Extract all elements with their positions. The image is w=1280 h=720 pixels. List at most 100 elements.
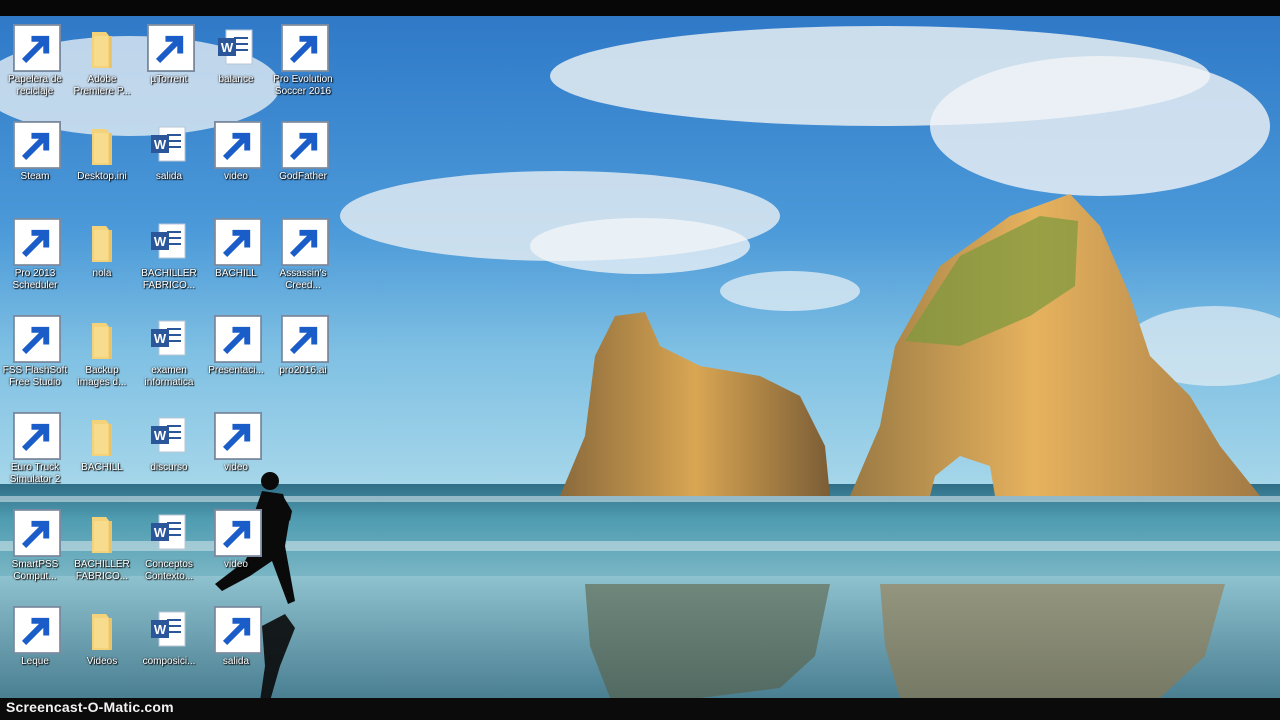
desktop-icon-label: composici... <box>142 656 196 667</box>
desktop-icon-label: Desktop.ini <box>77 171 127 182</box>
folder-icon <box>78 315 126 363</box>
desktop-icon[interactable]: BACHILL <box>69 408 135 492</box>
desktop-icon-label: SmartPSS Comput... <box>11 559 59 582</box>
desktop-icon-label: video <box>224 171 248 182</box>
desktop-icon[interactable]: nola <box>69 214 135 298</box>
desktop-icon[interactable]: µTorrent <box>136 20 202 104</box>
desktop-icon[interactable]: FSFSS FlashSoft Free Studio <box>2 311 68 395</box>
desktop-icon-label: examen informatica <box>144 365 194 388</box>
desktop-icon[interactable]: pro2016.ai <box>270 311 336 395</box>
desktop-icon-label: Adobe Premiere P... <box>73 74 131 97</box>
desktop-icon[interactable]: Wsalida <box>136 117 202 201</box>
desktop-icon[interactable]: W Leque <box>2 602 68 686</box>
folder-icon <box>78 121 126 169</box>
svg-text:W: W <box>154 137 167 152</box>
desktop-icon[interactable]: Videos <box>69 602 135 686</box>
desktop-icon-label: BACHILL <box>215 268 257 279</box>
desktop-icon[interactable]: Papelera de reciclaje <box>2 20 68 104</box>
desktop-icon[interactable]: Pro Evolution Soccer 2016 <box>270 20 336 104</box>
desktop-icon-label: Papelera de reciclaje <box>8 74 62 97</box>
desktop-icon-label: Backup images d... <box>77 365 127 388</box>
folder-icon <box>78 412 126 460</box>
desktop-icon[interactable]: W Conceptos Contexto... <box>136 505 202 589</box>
desktop-icon[interactable]: Euro Truck Simulator 2 <box>2 408 68 492</box>
freestudio-icon: FS <box>11 315 61 363</box>
word-doc-icon: W <box>145 315 193 363</box>
truck-game-icon <box>11 412 61 460</box>
folder-icon <box>78 606 126 654</box>
desktop-icon-label: BACHILLER FABRICO... <box>141 268 197 291</box>
desktop-icon[interactable]: Pr video <box>203 117 269 201</box>
desktop-icon-label: µTorrent <box>150 74 188 85</box>
desktop-icon[interactable]: Desktop.ini <box>69 117 135 201</box>
desktop-icon-label: pro2016.ai <box>279 365 327 376</box>
word-doc-icon: W <box>212 24 260 72</box>
desktop-icon[interactable]: Wexamen informatica <box>136 311 202 395</box>
svg-text:W: W <box>221 40 234 55</box>
desktop-icon-label: Videos <box>86 656 118 667</box>
desktop-icon[interactable]: GodFather <box>270 117 336 201</box>
desktop-icon-label: Leque <box>21 656 49 667</box>
svg-text:W: W <box>154 428 167 443</box>
desktop-icon-label: discurso <box>150 462 188 473</box>
desktop-icon-label: Pro 2013 Scheduler <box>12 268 58 291</box>
desktop-icon-label: nola <box>92 268 112 279</box>
desktop-icon-label: Steam <box>20 171 50 182</box>
recycle-bin-icon <box>11 24 61 72</box>
premiere-pro-icon: Pr <box>212 121 262 169</box>
desktop-icon[interactable]: P Presentaci... <box>203 311 269 395</box>
svg-text:W: W <box>154 525 167 540</box>
winrar-icon <box>212 218 262 266</box>
assassin-game-icon <box>279 218 329 266</box>
desktop-icon[interactable]: video <box>203 505 269 589</box>
desktop-icon[interactable]: Assassin's Creed... <box>270 214 336 298</box>
desktop-icon-label: GodFather <box>279 171 327 182</box>
desktop-icon[interactable]: Wbalance <box>203 20 269 104</box>
desktop-icon[interactable]: Wdiscurso <box>136 408 202 492</box>
desktop-icon-label: salida <box>222 656 250 667</box>
desktop-icon-label: salida <box>155 171 183 182</box>
desktop-icon[interactable]: salida <box>203 602 269 686</box>
desktop-icon-label: video <box>224 462 248 473</box>
desktop-icon-label: video <box>224 559 248 570</box>
godfather-game-icon <box>279 121 329 169</box>
desktop-icon-label: Pro Evolution Soccer 2016 <box>273 74 333 97</box>
desktop-icon[interactable]: W BACHILLER FABRICO... <box>136 214 202 298</box>
folder-icon <box>78 24 126 72</box>
screencast-watermark: Screencast-O-Matic.com <box>6 699 174 715</box>
desktop-icon-label: balance <box>218 74 254 85</box>
desktop-icon[interactable]: Steam <box>2 117 68 201</box>
desktop-icon[interactable]: Pro 2013 Scheduler <box>2 214 68 298</box>
word-doc-icon: W <box>145 121 193 169</box>
recording-top-bar <box>0 0 1280 16</box>
svg-text:W: W <box>154 622 167 637</box>
utorrent-icon <box>145 24 195 72</box>
desktop-icon-label: Presentaci... <box>208 365 264 376</box>
word-doc-icon: W <box>145 509 193 557</box>
desktop-icon[interactable]: BACHILL <box>203 214 269 298</box>
recording-bottom-bar <box>0 698 1280 720</box>
svg-text:W: W <box>154 234 167 249</box>
desktop-icon[interactable]: Adobe Premiere P... <box>69 20 135 104</box>
desktop-icon-label: BACHILL <box>81 462 123 473</box>
desktop-icon-label: Euro Truck Simulator 2 <box>9 462 61 485</box>
video-file-icon <box>212 606 262 654</box>
desktop-icon-label: Assassin's Creed... <box>279 268 327 291</box>
desktop-icon[interactable]: BACHILLER FABRICO... <box>69 505 135 589</box>
folder-icon <box>78 509 126 557</box>
wunderlist-icon: W <box>11 606 61 654</box>
desktop-icon-label: Conceptos Contexto... <box>144 559 194 582</box>
media-file-icon <box>212 509 262 557</box>
folder-icon <box>78 218 126 266</box>
desktop-icon[interactable]: Wcomposici... <box>136 602 202 686</box>
smartpss-icon: S <box>11 509 61 557</box>
word-doc-icon: W <box>145 606 193 654</box>
desktop-icon[interactable]: video <box>203 408 269 492</box>
desktop-icons-grid: Papelera de reciclaje Steam Pro 2013 Sched… <box>0 16 1280 698</box>
round-game-icon <box>11 218 61 266</box>
desktop-icon[interactable]: SSmartPSS Comput... <box>2 505 68 589</box>
desktop-icon-label: BACHILLER FABRICO... <box>74 559 130 582</box>
desktop-icon[interactable]: Backup images d... <box>69 311 135 395</box>
svg-text:W: W <box>154 331 167 346</box>
word-doc-icon: W <box>145 412 193 460</box>
